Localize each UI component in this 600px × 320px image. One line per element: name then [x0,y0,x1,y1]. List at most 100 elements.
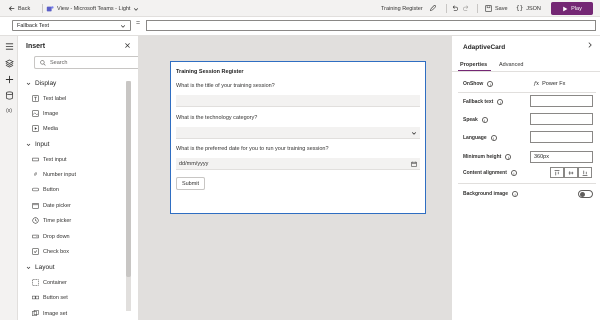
play-icon [562,6,568,12]
plus-insert-icon[interactable] [4,74,14,84]
search-placeholder: Search [50,59,68,66]
app-name-area[interactable]: Training Register [381,0,436,17]
database-icon[interactable] [4,90,14,100]
insert-item-label: Button set [43,294,68,301]
drop-down-icon [32,233,39,240]
scrollbar-thumb[interactable] [126,81,131,277]
search-icon [40,59,46,66]
text-label-icon [32,95,39,102]
category-input[interactable]: Input [26,141,49,148]
media-icon [32,125,39,132]
prop-label: Language [463,135,487,141]
title-text-input[interactable] [176,95,420,107]
speak-input[interactable] [530,113,593,125]
variables-icon[interactable]: (x) [4,106,14,116]
info-icon[interactable]: i [481,117,488,123]
question-date-label[interactable]: What is the preferred date for you to ru… [176,146,329,152]
insert-item-time-picker[interactable]: Time picker [32,217,71,224]
prop-label: Content alignment [463,170,507,176]
info-icon[interactable]: i [497,99,504,105]
prop-label: Fallback text [463,99,494,105]
prop-onshow: OnShow i [463,81,494,87]
date-placeholder: dd/mm/yyyy [179,160,209,167]
code-braces-icon: {} [516,5,524,12]
insert-item-label: Text label [43,95,67,102]
info-icon[interactable]: i [505,154,512,160]
prop-minimum-height: Minimum height i [463,154,512,160]
info-icon[interactable]: i [510,170,517,176]
view-selector[interactable]: View - Microsoft Teams - Light [46,0,139,17]
redo-button[interactable] [463,0,470,17]
edit-pencil-icon[interactable] [429,5,436,12]
insert-pane: Insert Search Display Text label Image M… [18,36,139,320]
tab-properties[interactable]: Properties [460,62,487,68]
property-dropdown[interactable]: Fallback Text [12,20,131,31]
insert-item-button[interactable]: Button [32,186,59,193]
language-input[interactable] [530,131,593,143]
time-picker-icon [32,217,39,224]
insert-item-text-label[interactable]: Text label [32,95,66,102]
insert-item-check-box[interactable]: Check box [32,248,69,255]
insert-item-button-set[interactable]: Button set [32,294,68,301]
fallback-text-input[interactable] [530,95,593,107]
background-image-toggle[interactable] [578,190,593,198]
insert-item-text-input[interactable]: Text input [32,156,67,163]
submit-button[interactable]: Submit [176,177,205,190]
chevron-right-icon[interactable] [587,42,593,48]
insert-item-label: Check box [43,248,69,255]
insert-item-label: Button [43,186,59,193]
play-label: Play [571,5,582,12]
insert-item-date-picker[interactable]: Date picker [32,202,71,209]
content-alignment-group [550,167,592,178]
json-button[interactable]: {} JSON [516,0,541,17]
insert-item-label: Text input [43,156,67,163]
search-input[interactable]: Search [34,56,138,69]
insert-item-image[interactable]: Image [32,110,58,117]
teams-icon [46,5,54,13]
card-title[interactable]: Training Session Register [176,69,244,75]
play-button[interactable]: Play [551,2,593,15]
chevron-down-icon [120,23,126,29]
chevron-down-icon [133,6,139,12]
chevron-down-icon [411,130,417,136]
undo-button[interactable] [451,0,458,17]
align-center-button[interactable] [564,167,578,178]
insert-item-container[interactable]: Container [32,279,67,286]
align-bottom-button[interactable] [578,167,592,178]
prop-fallback-text: Fallback text i [463,99,504,105]
date-input[interactable]: dd/mm/yyyy [176,158,420,170]
adaptive-card[interactable]: Training Session Register What is the ti… [170,61,426,214]
insert-item-image-set[interactable]: Image set [32,310,67,317]
insert-item-number-input[interactable]: # Number input [32,171,76,178]
info-icon[interactable]: i [490,135,497,141]
category-dropdown[interactable] [176,127,420,139]
power-fx-link[interactable]: fx Power Fx [534,81,565,87]
divider [477,4,478,13]
chevron-down-icon [26,142,31,147]
category-display[interactable]: Display [26,80,56,87]
minimum-height-input[interactable]: 360px [530,151,593,163]
question-title-label[interactable]: What is the title of your training sessi… [176,83,275,89]
image-set-icon [32,310,39,317]
insert-item-media[interactable]: Media [32,125,58,132]
tab-advanced[interactable]: Advanced [499,62,523,68]
formula-input[interactable] [146,20,596,31]
align-top-icon [554,169,560,176]
align-top-button[interactable] [550,167,564,178]
prop-content-alignment: Content alignment i [463,170,517,176]
category-layout[interactable]: Layout [26,264,55,271]
image-icon [32,110,39,117]
insert-item-label: Image set [43,310,68,317]
insert-item-drop-down[interactable]: Drop down [32,233,70,240]
hamburger-menu-icon[interactable] [4,41,14,51]
close-icon[interactable] [124,42,131,49]
save-button[interactable]: Save [485,0,508,17]
question-category-label[interactable]: What is the technology category? [176,115,257,121]
prop-label: Background image [463,191,509,197]
layers-icon[interactable] [4,58,14,68]
info-icon[interactable]: i [487,81,494,87]
info-icon[interactable]: i [512,191,519,197]
prop-speak: Speak i [463,117,488,123]
button-icon [32,186,39,193]
back-button[interactable]: Back [8,0,30,17]
